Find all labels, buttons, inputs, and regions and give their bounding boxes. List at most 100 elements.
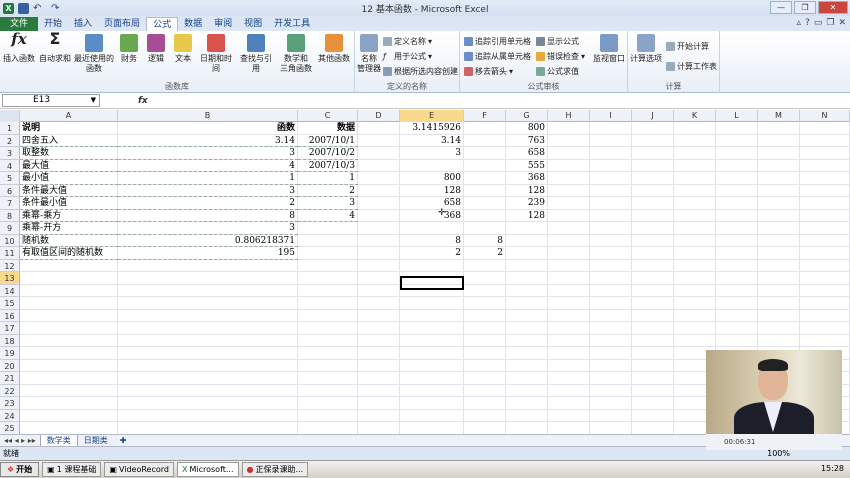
row-header[interactable]: 18 <box>0 334 20 347</box>
error-checking-button[interactable]: 错误检查 ▾ <box>536 51 585 62</box>
row-header[interactable]: 2 <box>0 134 20 147</box>
chevron-down-icon[interactable]: ▼ <box>91 95 96 106</box>
insert-function-button[interactable]: fx 插入函数 <box>2 32 36 64</box>
date-time-button[interactable]: 日期和时间 <box>197 34 235 74</box>
doc-close-icon[interactable]: ✕ <box>838 18 846 28</box>
cell-A8[interactable]: 乘幂-乘方 <box>20 210 118 222</box>
calc-sheet-button[interactable]: 计算工作表 <box>666 61 717 72</box>
cell-A10[interactable]: 随机数 <box>20 235 118 247</box>
taskbar-item[interactable]: ● 正保录课助... <box>241 462 309 477</box>
row-header[interactable]: 19 <box>0 347 20 360</box>
new-sheet-icon[interactable]: ✚ <box>114 436 133 445</box>
cell-B8[interactable]: 8 <box>118 210 298 222</box>
cell-E7[interactable]: 658 <box>400 197 464 210</box>
cell-C3[interactable]: 2007/10/2 <box>298 147 358 160</box>
active-cell-e13[interactable] <box>400 276 464 290</box>
doc-minimize-icon[interactable]: ▭ <box>814 18 823 28</box>
row-header[interactable]: 6 <box>0 184 20 197</box>
cell-B3[interactable]: 3 <box>118 147 298 160</box>
column-header[interactable]: F <box>464 110 506 122</box>
doc-restore-icon[interactable]: ❐ <box>826 18 834 28</box>
calc-now-button[interactable]: 开始计算 <box>666 41 709 52</box>
row-header[interactable]: 16 <box>0 309 20 322</box>
row-header[interactable]: 22 <box>0 384 20 397</box>
cell-E1[interactable]: 3.1415926 <box>400 122 464 135</box>
evaluate-formula-button[interactable]: 公式求值 <box>536 66 579 77</box>
cell-F11[interactable]: 2 <box>464 247 506 260</box>
row-header[interactable]: 11 <box>0 247 20 260</box>
cell-F10[interactable]: 8 <box>464 235 506 248</box>
close-icon[interactable]: ✕ <box>818 1 848 14</box>
cell-C8[interactable]: 4 <box>298 210 358 222</box>
cell-G3[interactable]: 658 <box>506 147 548 160</box>
row-header[interactable]: 20 <box>0 359 20 372</box>
logical-button[interactable]: 逻辑 <box>143 34 169 64</box>
column-header[interactable]: H <box>548 110 590 122</box>
restore-icon[interactable]: ❐ <box>794 1 816 14</box>
cell-B9[interactable]: 3 <box>118 222 298 235</box>
name-box[interactable]: E13 ▼ <box>2 94 100 107</box>
cell-G1[interactable]: 800 <box>506 122 548 135</box>
cell-A2[interactable]: 四舍五入 <box>20 135 118 147</box>
cell-E6[interactable]: 128 <box>400 185 464 198</box>
cell-G5[interactable]: 368 <box>506 172 548 185</box>
taskbar-item[interactable]: ▣ 1 课程基础 <box>42 462 102 477</box>
text-button[interactable]: 文本 <box>170 34 196 64</box>
calc-options-button[interactable]: 计算选项 <box>629 34 663 64</box>
tab-insert[interactable]: 插入 <box>68 17 98 31</box>
recent-functions-button[interactable]: 最近使用的 函数 <box>74 34 114 74</box>
row-header[interactable]: 21 <box>0 372 20 385</box>
row-header[interactable]: 23 <box>0 397 20 410</box>
create-from-selection-button[interactable]: 根据所选内容创建 <box>383 66 458 77</box>
column-header[interactable]: B <box>118 110 298 122</box>
cell-A6[interactable]: 条件最大值 <box>20 185 118 197</box>
define-name-button[interactable]: 定义名称 ▾ <box>383 36 432 47</box>
row-header[interactable]: 17 <box>0 322 20 335</box>
cell-A11[interactable]: 有取值区间的随机数 <box>20 247 118 260</box>
cell-C2[interactable]: 2007/10/1 <box>298 135 358 147</box>
column-header[interactable]: C <box>298 110 358 122</box>
column-header-selected[interactable]: E <box>400 110 464 122</box>
column-header[interactable]: J <box>632 110 674 122</box>
row-header[interactable]: 10 <box>0 234 20 247</box>
cell-E10[interactable]: 8 <box>400 235 464 248</box>
row-header[interactable]: 12 <box>0 259 20 272</box>
name-manager-button[interactable]: 名称 管理器 <box>356 34 382 74</box>
taskbar-item[interactable]: ▣ VideoRecord <box>104 462 174 477</box>
financial-button[interactable]: 财务 <box>116 34 142 64</box>
row-header[interactable]: 4 <box>0 159 20 172</box>
tab-file[interactable]: 文件 <box>0 17 39 31</box>
row-header[interactable]: 14 <box>0 284 20 297</box>
cell-B7[interactable]: 2 <box>118 197 298 210</box>
watch-window-button[interactable]: 监视窗口 <box>592 34 626 64</box>
cell-C1[interactable]: 数据 <box>298 122 358 135</box>
tab-developer[interactable]: 开发工具 <box>268 17 316 31</box>
column-header[interactable]: M <box>758 110 800 122</box>
more-functions-button[interactable]: 其他函数 <box>316 34 352 64</box>
cell-E3[interactable]: 3 <box>400 147 464 160</box>
column-header[interactable]: G <box>506 110 548 122</box>
cell-C6[interactable]: 2 <box>298 185 358 197</box>
cell-A9[interactable]: 乘幂-开方 <box>20 222 118 235</box>
column-header[interactable]: I <box>590 110 632 122</box>
sheet-nav-arrows[interactable]: ◂◂ ◂ ▸ ▸▸ <box>0 436 40 445</box>
autosum-button[interactable]: Σ 自动求和 <box>38 31 72 64</box>
cell-A5[interactable]: 最小值 <box>20 172 118 185</box>
ribbon-collapse-icon[interactable]: ▵ <box>797 18 802 28</box>
help-icon[interactable]: ? <box>805 18 810 28</box>
tab-view[interactable]: 视图 <box>238 17 268 31</box>
row-header[interactable]: 25 <box>0 422 20 435</box>
row-header[interactable]: 8 <box>0 209 20 222</box>
remove-arrows-button[interactable]: 移去箭头 ▾ <box>464 66 513 77</box>
tab-page-layout[interactable]: 页面布局 <box>98 17 146 31</box>
column-header[interactable]: L <box>716 110 758 122</box>
show-formulas-button[interactable]: 显示公式 <box>536 36 579 47</box>
sheet-tab-math[interactable]: 数学类 <box>39 434 78 447</box>
cell-C7[interactable]: 3 <box>298 197 358 210</box>
row-header[interactable]: 9 <box>0 222 20 235</box>
column-header[interactable]: D <box>358 110 400 122</box>
cell-E8[interactable]: 368 <box>400 210 464 223</box>
select-all-corner[interactable] <box>0 110 20 122</box>
column-header[interactable]: K <box>674 110 716 122</box>
cell-B5[interactable]: 1 <box>118 172 298 185</box>
